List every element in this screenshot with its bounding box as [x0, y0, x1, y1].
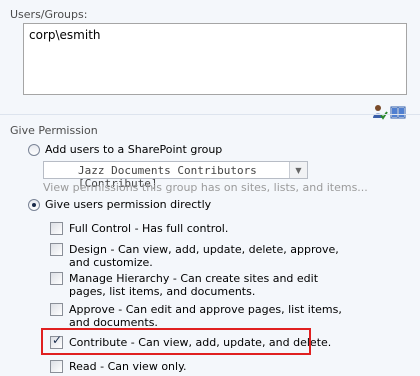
permission-approve[interactable]: Approve - Can edit and approve pages, li… — [50, 303, 354, 329]
direct-permission-label: Give users permission directly — [45, 198, 212, 211]
browse-address-book-icon[interactable] — [390, 104, 406, 120]
direct-permission-radio[interactable] — [28, 198, 40, 211]
permission-label: Design - Can view, add, update, delete, … — [69, 243, 339, 269]
permission-manage-hierarchy[interactable]: Manage Hierarchy - Can create sites and … — [50, 272, 354, 298]
permission-checkbox[interactable] — [50, 272, 63, 285]
permission-design[interactable]: Design - Can view, add, update, delete, … — [50, 243, 354, 269]
permission-full-control[interactable]: Full Control - Has full control. — [50, 222, 354, 235]
group-permissions-hint: View permissions this group has on sites… — [43, 181, 368, 194]
permission-label: Full Control - Has full control. — [69, 222, 229, 235]
sharepoint-group-select[interactable]: Jazz Documents Contributors [Contribute]… — [43, 161, 308, 190]
add-to-group-radio[interactable] — [28, 143, 40, 156]
chevron-down-icon[interactable]: ▼ — [289, 162, 307, 178]
users-groups-value: corp\esmith — [29, 28, 101, 42]
add-to-group-option[interactable]: Add users to a SharePoint group — [28, 143, 222, 156]
users-groups-label: Users/Groups: — [10, 8, 88, 21]
permission-label: Read - Can view only. — [69, 360, 187, 373]
people-picker-icons — [372, 104, 408, 120]
section-divider — [0, 114, 420, 115]
permission-checkbox[interactable] — [50, 243, 63, 256]
check-names-icon[interactable] — [372, 104, 388, 120]
add-to-group-label: Add users to a SharePoint group — [45, 143, 223, 156]
permission-checkbox[interactable] — [50, 360, 63, 373]
permission-checkbox[interactable] — [50, 303, 63, 316]
highlight-box — [41, 328, 311, 355]
give-permission-label: Give Permission — [10, 124, 98, 137]
permission-label: Approve - Can edit and approve pages, li… — [69, 303, 342, 329]
permission-read[interactable]: Read - Can view only. — [50, 360, 354, 373]
permission-checkbox[interactable] — [50, 222, 63, 235]
direct-permission-option[interactable]: Give users permission directly — [28, 198, 211, 211]
permission-label: Manage Hierarchy - Can create sites and … — [69, 272, 319, 298]
users-groups-input[interactable]: corp\esmith — [23, 23, 407, 95]
